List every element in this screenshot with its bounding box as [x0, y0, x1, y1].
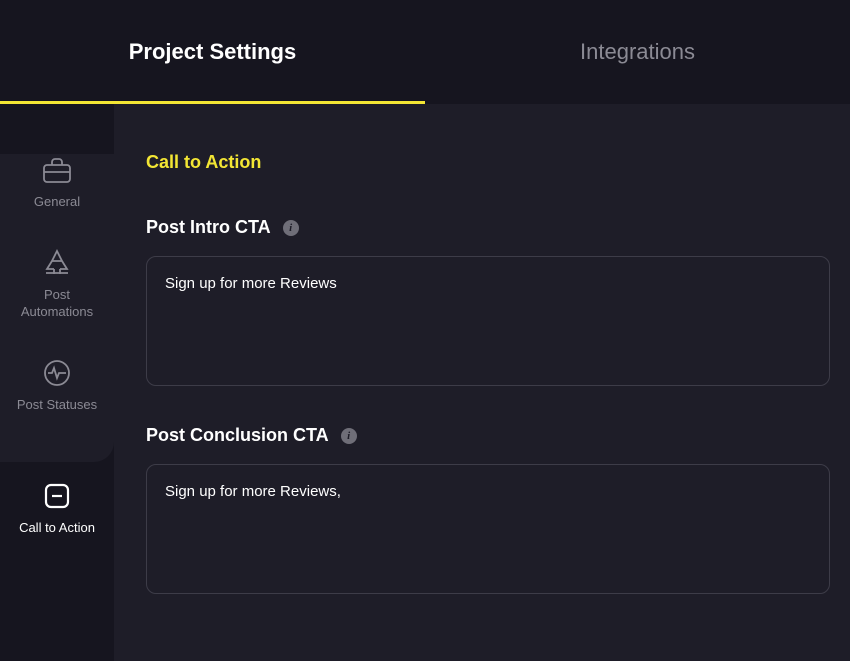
content-panel: Call to Action Post Intro CTA i Post Con… — [114, 104, 850, 661]
tab-project-settings[interactable]: Project Settings — [0, 0, 425, 104]
sidebar-item-post-automations[interactable]: Post Automations — [0, 229, 114, 339]
sidebar-item-label: Post Statuses — [17, 397, 97, 414]
field-label-row: Post Conclusion CTA i — [146, 425, 830, 446]
field-label: Post Intro CTA — [146, 217, 271, 238]
briefcase-icon — [41, 154, 73, 186]
sidebar-group: General Post Automations — [0, 154, 114, 462]
tab-integrations[interactable]: Integrations — [425, 0, 850, 104]
conclusion-cta-input[interactable] — [146, 464, 830, 594]
tab-label: Project Settings — [129, 39, 296, 65]
section-title: Call to Action — [146, 152, 830, 173]
info-icon[interactable]: i — [341, 428, 357, 444]
field-conclusion-cta: Post Conclusion CTA i — [146, 425, 830, 599]
topbar: Project Settings Integrations — [0, 0, 850, 104]
main-area: General Post Automations — [0, 104, 850, 661]
field-intro-cta: Post Intro CTA i — [146, 217, 830, 391]
info-icon[interactable]: i — [283, 220, 299, 236]
activity-circle-icon — [41, 357, 73, 389]
minus-square-icon — [41, 480, 73, 512]
intro-cta-input[interactable] — [146, 256, 830, 386]
sidebar: General Post Automations — [0, 104, 114, 661]
field-label: Post Conclusion CTA — [146, 425, 329, 446]
sidebar-item-general[interactable]: General — [0, 154, 114, 229]
sidebar-item-label: General — [34, 194, 80, 211]
tab-label: Integrations — [580, 39, 695, 65]
rocket-icon — [41, 247, 73, 279]
sidebar-item-call-to-action[interactable]: Call to Action — [0, 462, 114, 555]
sidebar-item-post-statuses[interactable]: Post Statuses — [0, 339, 114, 432]
tab-underline — [0, 101, 425, 104]
sidebar-item-label: Call to Action — [19, 520, 95, 537]
field-label-row: Post Intro CTA i — [146, 217, 830, 238]
sidebar-item-label: Post Automations — [8, 287, 106, 321]
